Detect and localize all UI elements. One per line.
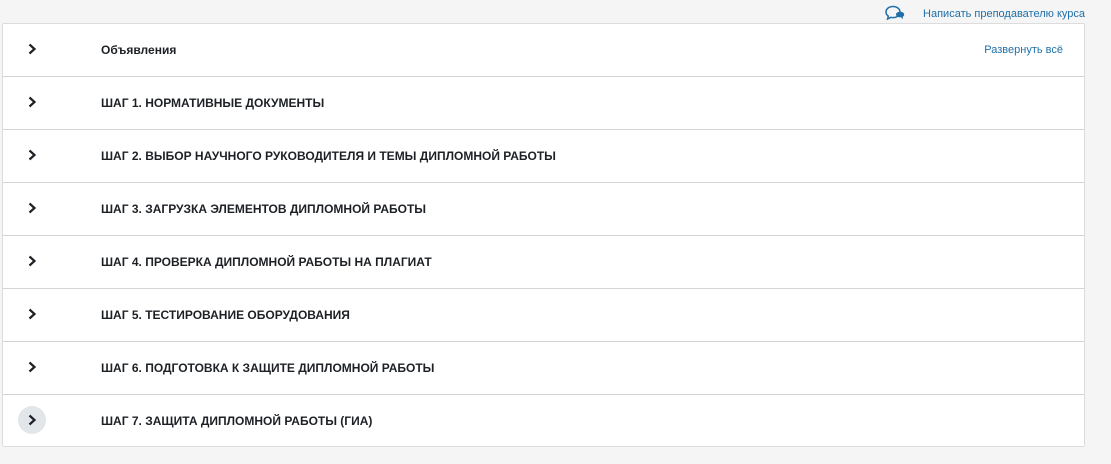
section-title[interactable]: ШАГ 7. ЗАЩИТА ДИПЛОМНОЙ РАБОТЫ (ГИА) xyxy=(101,395,372,446)
chevron-right-icon[interactable] xyxy=(18,300,46,328)
section-step-4[interactable]: ШАГ 4. ПРОВЕРКА ДИПЛОМНОЙ РАБОТЫ НА ПЛАГ… xyxy=(3,236,1084,289)
chevron-right-icon[interactable] xyxy=(18,194,46,222)
section-title[interactable]: ШАГ 2. ВЫБОР НАУЧНОГО РУКОВОДИТЕЛЯ И ТЕМ… xyxy=(101,130,556,182)
chevron-right-icon[interactable] xyxy=(18,88,46,116)
section-title[interactable]: ШАГ 4. ПРОВЕРКА ДИПЛОМНОЙ РАБОТЫ НА ПЛАГ… xyxy=(101,236,432,288)
section-title[interactable]: ШАГ 3. ЗАГРУЗКА ЭЛЕМЕНТОВ ДИПЛОМНОЙ РАБО… xyxy=(101,183,426,235)
section-title[interactable]: Объявления xyxy=(101,24,176,76)
chevron-right-icon[interactable] xyxy=(18,35,46,63)
section-announcements[interactable]: Объявления Развернуть всё xyxy=(3,24,1084,77)
section-step-1[interactable]: ШАГ 1. НОРМАТИВНЫЕ ДОКУМЕНТЫ xyxy=(3,77,1084,130)
chevron-right-icon[interactable] xyxy=(18,406,46,434)
section-step-3[interactable]: ШАГ 3. ЗАГРУЗКА ЭЛЕМЕНТОВ ДИПЛОМНОЙ РАБО… xyxy=(3,183,1084,236)
section-step-2[interactable]: ШАГ 2. ВЫБОР НАУЧНОГО РУКОВОДИТЕЛЯ И ТЕМ… xyxy=(3,130,1084,183)
contact-teacher-label: Написать преподавателю курса xyxy=(923,8,1085,20)
section-title[interactable]: ШАГ 6. ПОДГОТОВКА К ЗАЩИТЕ ДИПЛОМНОЙ РАБ… xyxy=(101,342,434,394)
contact-teacher-link[interactable]: Написать преподавателю курса xyxy=(885,5,1085,23)
section-title[interactable]: ШАГ 1. НОРМАТИВНЫЕ ДОКУМЕНТЫ xyxy=(101,77,324,129)
section-title[interactable]: ШАГ 5. ТЕСТИРОВАНИЕ ОБОРУДОВАНИЯ xyxy=(101,289,350,341)
section-step-6[interactable]: ШАГ 6. ПОДГОТОВКА К ЗАЩИТЕ ДИПЛОМНОЙ РАБ… xyxy=(3,342,1084,395)
chevron-right-icon[interactable] xyxy=(18,141,46,169)
section-step-7[interactable]: ШАГ 7. ЗАЩИТА ДИПЛОМНОЙ РАБОТЫ (ГИА) xyxy=(3,395,1084,446)
course-sections-list: Объявления Развернуть всё ШАГ 1. НОРМАТИ… xyxy=(2,23,1085,447)
chat-bubble-icon xyxy=(885,5,905,23)
chevron-right-icon[interactable] xyxy=(18,247,46,275)
expand-all-link[interactable]: Развернуть всё xyxy=(984,24,1063,76)
section-step-5[interactable]: ШАГ 5. ТЕСТИРОВАНИЕ ОБОРУДОВАНИЯ xyxy=(3,289,1084,342)
course-page: Написать преподавателю курса Объявления … xyxy=(0,0,1111,464)
chevron-right-icon[interactable] xyxy=(18,353,46,381)
